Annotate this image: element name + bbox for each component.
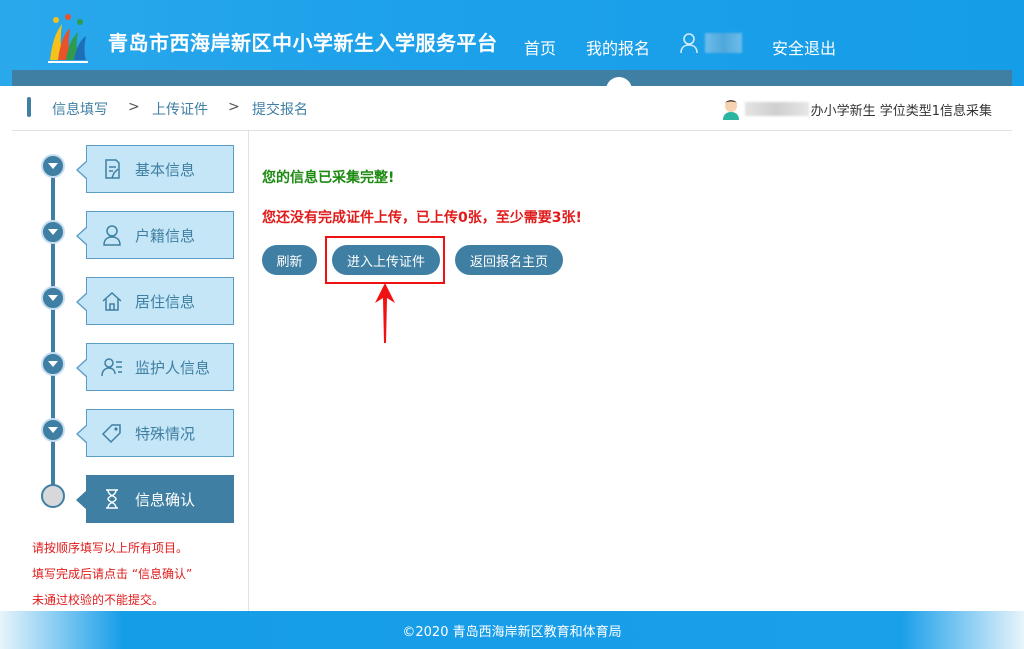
back-to-registration-button[interactable]: 返回报名主页 <box>455 245 563 275</box>
step-label: 特殊情况 <box>135 424 196 443</box>
breadcrumb-item-upload[interactable]: 上传证件 <box>152 99 208 119</box>
breadcrumb-item-submit[interactable]: 提交报名 <box>252 99 308 119</box>
step-household-info[interactable]: 户籍信息 <box>76 211 234 259</box>
status-complete-message: 您的信息已采集完整! <box>262 170 395 186</box>
step-label: 居住信息 <box>135 292 196 311</box>
step-special-info[interactable]: 特殊情况 <box>76 409 234 457</box>
breadcrumb-item-info[interactable]: 信息填写 <box>52 99 108 119</box>
timeline-line <box>51 161 55 501</box>
guardian-list-icon <box>101 358 122 377</box>
main-panel: 基本信息 户籍信息 居住信息 监护人信息 特殊情况 信息确认 请按顺序填写以上所… <box>12 131 1012 611</box>
footer-copyright: ©2020 青岛西海岸新区教育和体育局 <box>402 624 622 640</box>
home-icon <box>102 291 122 311</box>
step-label: 户籍信息 <box>135 226 196 245</box>
tag-icon <box>101 424 121 444</box>
step-marker <box>41 154 65 178</box>
user-icon[interactable] <box>679 32 699 54</box>
registration-type-text: 办小学新生 学位类型1信息采集 <box>810 103 992 119</box>
step-marker <box>41 418 65 442</box>
pointer-arrow-icon <box>375 283 395 343</box>
student-name-blurred <box>744 102 809 116</box>
platform-logo-icon[interactable] <box>42 12 92 64</box>
registration-info: 办小学新生 学位类型1信息采集 <box>721 98 992 120</box>
refresh-button[interactable]: 刷新 <box>262 245 317 275</box>
student-avatar-icon <box>722 100 739 120</box>
header: 青岛市西海岸新区中小学新生入学服务平台 首页 我的报名 安全退出 <box>0 0 1024 103</box>
username-blurred[interactable] <box>705 33 742 53</box>
step-marker <box>41 352 65 376</box>
step-residence-info[interactable]: 居住信息 <box>76 277 234 325</box>
hourglass-icon <box>106 489 118 509</box>
step-guardian-info[interactable]: 监护人信息 <box>76 343 234 391</box>
step-label: 基本信息 <box>135 160 196 179</box>
document-edit-icon <box>105 159 120 179</box>
step-label: 信息确认 <box>135 490 196 509</box>
sidebar-notes: 请按顺序填写以上所有项目。 填写完成后请点击 “信息确认” 未通过校验的不能提交… <box>32 535 192 613</box>
content-area: 您的信息已采集完整! 您还没有完成证件上传，已上传0张，至少需要3张! 刷新 进… <box>250 131 1012 611</box>
step-info-confirm[interactable]: 信息确认 <box>76 475 234 523</box>
upload-warning-message: 您还没有完成证件上传，已上传0张，至少需要3张! <box>262 210 582 226</box>
step-marker-current <box>41 484 65 508</box>
step-sidebar: 基本信息 户籍信息 居住信息 监护人信息 特殊情况 信息确认 请按顺序填写以上所… <box>12 131 249 611</box>
header-band <box>12 70 1012 86</box>
nav-my-registration[interactable]: 我的报名 <box>586 35 650 59</box>
step-marker <box>41 286 65 310</box>
step-label: 监护人信息 <box>135 358 211 377</box>
step-marker <box>41 220 65 244</box>
note-line: 请按顺序填写以上所有项目。 <box>32 541 189 555</box>
site-title: 青岛市西海岸新区中小学新生入学服务平台 <box>108 31 498 55</box>
footer: ©2020 青岛西海岸新区教育和体育局 <box>0 611 1024 649</box>
breadcrumb-separator: > <box>128 99 140 115</box>
upload-documents-button[interactable]: 进入上传证件 <box>332 245 440 275</box>
note-line: 未通过校验的不能提交。 <box>32 593 165 607</box>
nav-logout[interactable]: 安全退出 <box>772 35 836 59</box>
nav-home[interactable]: 首页 <box>524 35 556 59</box>
note-line: 填写完成后请点击 “信息确认” <box>32 567 193 581</box>
breadcrumb-accent <box>27 97 31 117</box>
step-basic-info[interactable]: 基本信息 <box>76 145 234 193</box>
breadcrumb: 信息填写 > 上传证件 > 提交报名 办小学新生 学位类型1信息采集 <box>12 86 1012 131</box>
breadcrumb-separator: > <box>228 99 240 115</box>
person-icon <box>103 225 121 246</box>
